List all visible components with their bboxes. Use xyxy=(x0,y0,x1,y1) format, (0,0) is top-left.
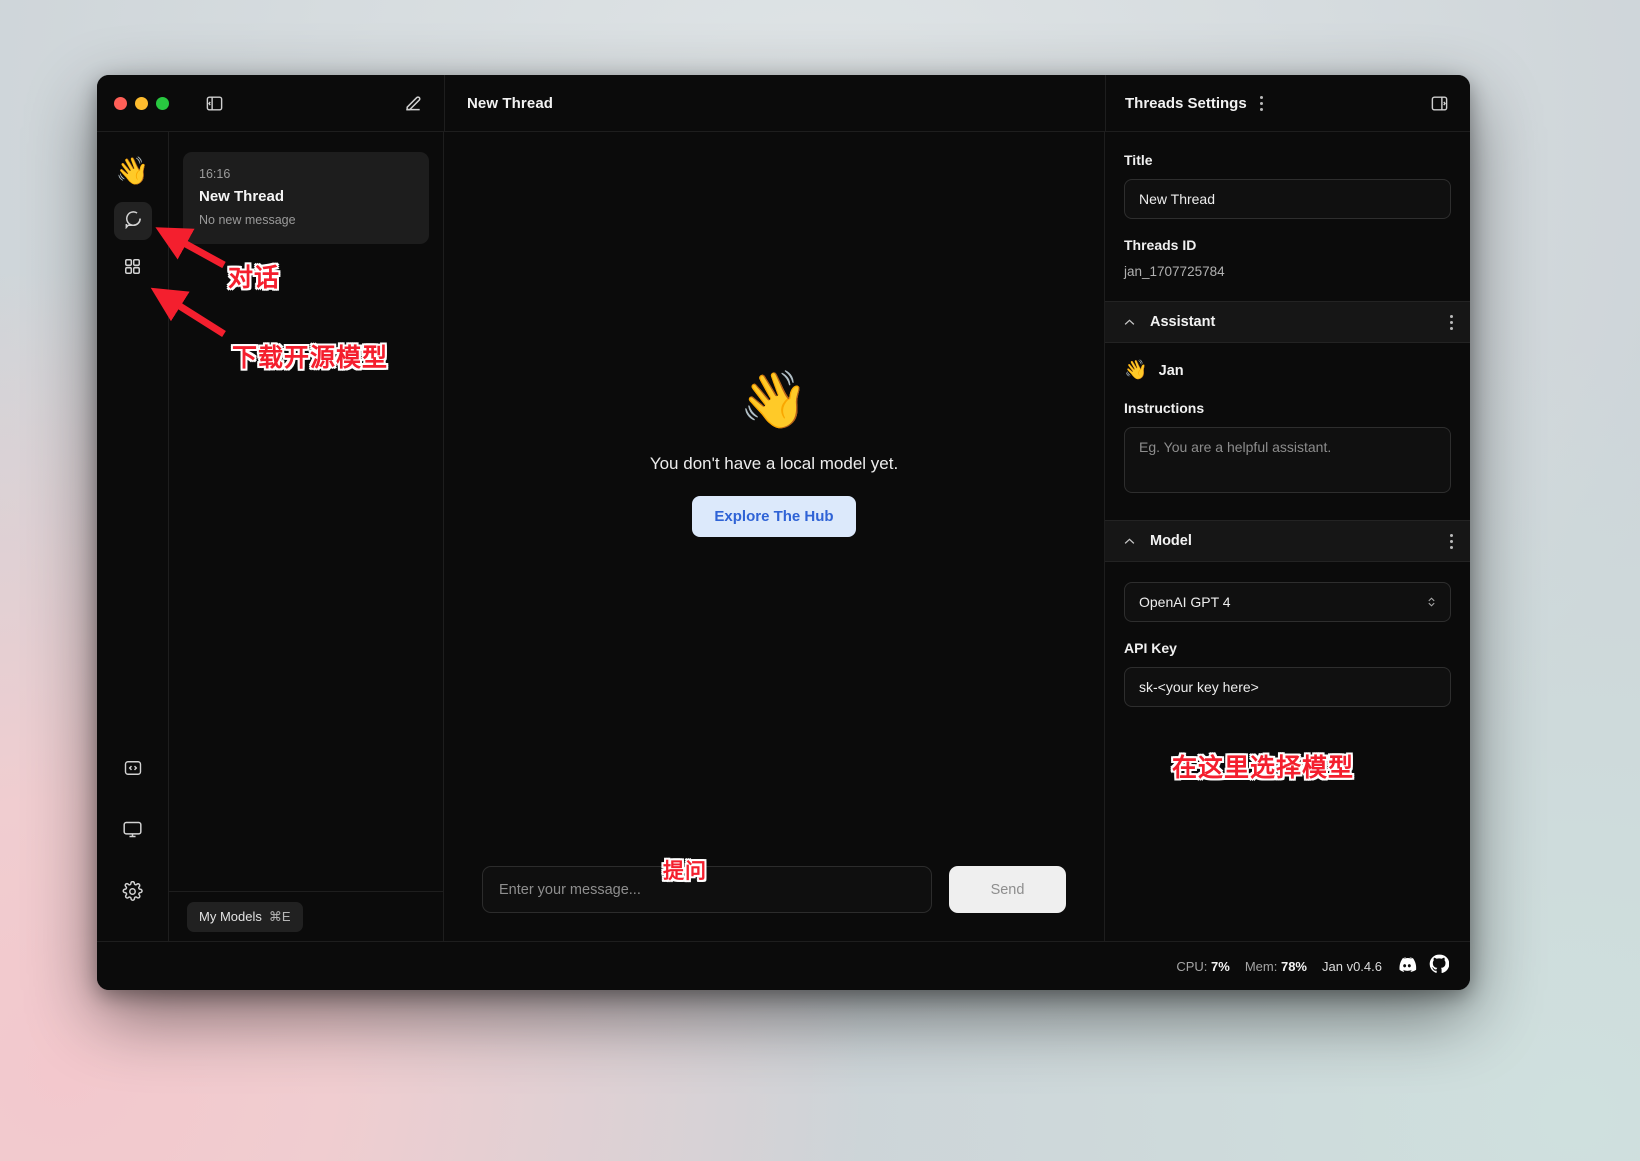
message-composer: Send xyxy=(444,866,1104,941)
cpu-label: CPU: xyxy=(1176,958,1208,974)
cpu-value: 7% xyxy=(1211,958,1230,974)
assistant-section-left: Assistant xyxy=(1122,314,1215,330)
thread-timestamp: 16:16 xyxy=(199,167,231,181)
assistant-section-header[interactable]: Assistant xyxy=(1105,301,1470,343)
thread-list-panel: 16:16 New Thread No new message My Model… xyxy=(169,132,444,941)
explore-the-hub-button[interactable]: Explore The Hub xyxy=(692,495,856,537)
kebab-menu-icon[interactable] xyxy=(1259,95,1263,111)
gear-icon xyxy=(122,880,143,907)
send-button[interactable]: Send xyxy=(949,866,1066,913)
maximize-window-button[interactable] xyxy=(156,96,169,110)
panel-right-icon[interactable] xyxy=(1426,90,1452,116)
chat-main-area: 👋 You don't have a local model yet. Expl… xyxy=(444,132,1105,941)
message-input[interactable] xyxy=(482,866,932,913)
threads-id-value: jan_1707725784 xyxy=(1124,264,1225,279)
api-key-input[interactable] xyxy=(1124,667,1451,707)
grid-icon xyxy=(123,257,142,281)
cpu-status: CPU: 7% xyxy=(1176,959,1229,974)
threads-settings-panel: Title Threads ID jan_1707725784 Assistan… xyxy=(1105,132,1470,941)
assistant-kebab-menu-icon[interactable] xyxy=(1450,314,1453,330)
memory-status: Mem: 78% xyxy=(1245,959,1307,974)
settings-panel-title: Threads Settings xyxy=(1125,94,1247,112)
jan-app-window: New Thread Threads Settings 👋 16:16 New … xyxy=(97,75,1470,990)
thread-list: 16:16 New Thread No new message xyxy=(169,132,443,244)
rail-item-chat[interactable] xyxy=(113,202,152,240)
compose-icon[interactable] xyxy=(400,90,426,116)
my-models-label: My Models xyxy=(199,908,262,924)
instructions-block: Instructions xyxy=(1105,380,1470,520)
annotation-ask-question: 提问 xyxy=(663,860,707,883)
window-body: 👋 16:16 New Thread No new message My Mod… xyxy=(97,132,1470,941)
annotation-download-models: 下载开源模型 xyxy=(232,344,389,372)
mem-label: Mem: xyxy=(1244,958,1278,974)
thread-subtitle: No new message xyxy=(199,213,296,227)
thread-title: New Thread xyxy=(199,188,285,205)
chevron-updown-icon[interactable] xyxy=(1425,596,1438,609)
api-key-label: API Key xyxy=(1124,640,1177,656)
threads-id-label: Threads ID xyxy=(1124,237,1197,253)
assistant-identity-row: 👋 Jan xyxy=(1105,343,1470,380)
monitor-icon xyxy=(122,819,143,845)
empty-state-message: You don't have a local model yet. xyxy=(649,453,899,473)
empty-state: 👋 You don't have a local model yet. Expl… xyxy=(444,132,1104,866)
traffic-lights xyxy=(114,90,227,116)
rail-item-hub[interactable] xyxy=(114,250,152,288)
rail-item-settings[interactable] xyxy=(114,875,152,913)
title-bar: New Thread Threads Settings xyxy=(97,75,1470,132)
app-logo-wave-icon: 👋 xyxy=(115,156,150,186)
model-section-header[interactable]: Model xyxy=(1105,520,1470,562)
assistant-section-title: Assistant xyxy=(1150,314,1216,330)
chevron-up-icon[interactable] xyxy=(1122,315,1137,330)
model-section-title: Model xyxy=(1150,533,1192,549)
assistant-name: Jan xyxy=(1158,362,1184,379)
annotation-chat: 对话 xyxy=(228,264,281,292)
instructions-label: Instructions xyxy=(1124,400,1205,416)
title-bar-center: New Thread xyxy=(444,75,1105,131)
thread-list-item[interactable]: 16:16 New Thread No new message xyxy=(183,152,429,244)
title-field-label: Title xyxy=(1124,152,1153,168)
wave-emoji-icon: 👋 xyxy=(739,367,809,431)
rail-item-local-api-server[interactable] xyxy=(114,751,152,789)
mem-value: 78% xyxy=(1280,958,1307,974)
close-window-button[interactable] xyxy=(114,96,127,110)
discord-icon[interactable] xyxy=(1397,954,1417,979)
instructions-textarea[interactable] xyxy=(1124,427,1451,493)
chat-bubble-icon xyxy=(123,209,143,234)
page-title: New Thread xyxy=(467,94,554,112)
my-models-bar: My Models ⌘E xyxy=(169,891,443,941)
navigation-rail: 👋 xyxy=(97,132,169,941)
minimize-window-button[interactable] xyxy=(135,96,148,110)
desktop-background: New Thread Threads Settings 👋 16:16 New … xyxy=(0,0,1640,1161)
app-version: Jan v0.4.6 xyxy=(1322,958,1382,974)
panel-left-icon[interactable] xyxy=(201,90,227,116)
settings-header-group: Threads Settings xyxy=(1125,95,1263,112)
thread-title-input[interactable] xyxy=(1124,179,1451,219)
title-bar-right: Threads Settings xyxy=(1105,75,1470,131)
title-bar-left xyxy=(97,75,444,131)
model-section-left: Model xyxy=(1122,533,1192,549)
model-kebab-menu-icon[interactable] xyxy=(1450,533,1453,549)
social-links xyxy=(1397,954,1450,979)
model-block: API Key xyxy=(1105,562,1470,729)
rail-bottom-group xyxy=(114,751,152,923)
chevron-up-icon[interactable] xyxy=(1122,534,1137,549)
rail-item-system-monitor[interactable] xyxy=(114,813,152,851)
model-select-wrapper xyxy=(1124,582,1451,622)
github-icon[interactable] xyxy=(1429,954,1450,979)
thread-meta-block: Title Threads ID jan_1707725784 xyxy=(1105,132,1470,301)
status-bar: CPU: 7% Mem: 78% Jan v0.4.6 xyxy=(97,941,1470,990)
assistant-wave-emoji-icon: 👋 xyxy=(1124,360,1148,381)
annotation-select-model-here: 在这里选择模型 xyxy=(1172,754,1355,782)
model-select[interactable] xyxy=(1124,582,1451,622)
my-models-shortcut: ⌘E xyxy=(268,908,291,924)
code-brackets-icon xyxy=(123,758,143,783)
my-models-button[interactable]: My Models ⌘E xyxy=(187,901,303,932)
